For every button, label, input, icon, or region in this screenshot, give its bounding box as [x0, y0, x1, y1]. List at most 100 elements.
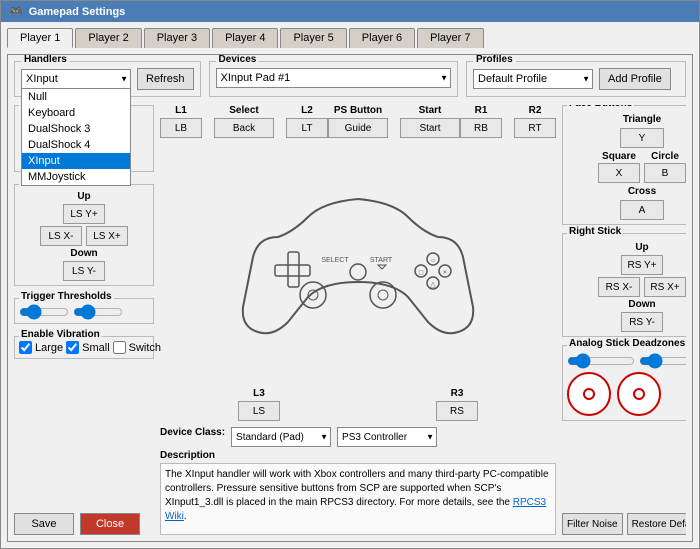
start-section: Start Start: [400, 105, 460, 138]
controller-select-wrapper: PS3 Controller ▼: [337, 427, 437, 447]
desc-label: Description: [160, 450, 556, 461]
vib-small-checkbox[interactable]: [66, 341, 79, 354]
tab-player1[interactable]: Player 1: [7, 28, 73, 48]
deadzone-sliders: [567, 354, 686, 368]
svg-text:△: △: [430, 281, 436, 288]
ls-right-btn[interactable]: LS X+: [86, 226, 128, 246]
device-select[interactable]: XInput Pad #1: [216, 68, 451, 88]
circle-label: Circle: [651, 151, 679, 162]
rs-down-btn[interactable]: RS Y-: [621, 312, 663, 332]
tab-player7[interactable]: Player 7: [417, 28, 483, 48]
shoulder-row: L1 LB Select Back L2 LT: [160, 105, 556, 138]
ls-btn[interactable]: LS: [238, 401, 280, 421]
rs-right-btn[interactable]: RS X+: [644, 277, 686, 297]
rs-up-label: Up: [635, 242, 648, 253]
main-area: Handlers XInput ▼ Refresh Null Key: [7, 54, 693, 542]
handler-option-xinput[interactable]: XInput: [22, 153, 130, 169]
guide-btn[interactable]: Guide: [328, 118, 388, 138]
left-shoulder-group: L1 LB Select Back L2 LT: [160, 105, 328, 138]
l1-label: L1: [175, 105, 187, 116]
vibration-label: Enable Vibration: [19, 329, 102, 340]
rs-down-label-text: Down: [628, 299, 655, 310]
ls-up-btn[interactable]: LS Y+: [63, 204, 105, 224]
stick-buttons-row: L3 LS R3 RS: [160, 388, 556, 421]
profiles-section: Profiles Default Profile ▼ Add Profile: [466, 61, 686, 97]
rs-btn[interactable]: RS: [436, 401, 478, 421]
right-trigger-slider[interactable]: [73, 305, 123, 319]
save-close-row: Save Close: [14, 505, 154, 535]
ls-down-btn[interactable]: LS Y-: [63, 261, 105, 281]
window-content: Player 1 Player 2 Player 3 Player 4 Play…: [1, 22, 699, 548]
l3-section: L3 LS: [238, 388, 280, 421]
left-deadzone-slider[interactable]: [567, 354, 635, 368]
rt-btn[interactable]: RT: [514, 118, 556, 138]
profile-select[interactable]: Default Profile: [473, 69, 593, 89]
triangle-label: Triangle: [623, 114, 661, 125]
add-profile-button[interactable]: Add Profile: [599, 68, 671, 90]
rs-left-btn[interactable]: RS X-: [598, 277, 640, 297]
device-class-area: Device Class: Standard (Pad) ▼ PS3: [160, 427, 556, 535]
ls-down-label-text: Down: [70, 248, 97, 259]
tab-player3[interactable]: Player 3: [144, 28, 210, 48]
svg-text:SELECT: SELECT: [321, 257, 349, 264]
right-deadzone-slider[interactable]: [639, 354, 686, 368]
handler-select[interactable]: XInput: [21, 69, 131, 89]
r1-section: R1 RB: [460, 105, 502, 138]
vib-switch-checkbox[interactable]: [113, 341, 126, 354]
rs-up-btn[interactable]: RS Y+: [621, 255, 663, 275]
desc-text: The XInput handler will work with Xbox c…: [165, 469, 549, 508]
back-btn[interactable]: Back: [214, 118, 274, 138]
square-btn[interactable]: X: [598, 163, 640, 183]
vibration-section: Enable Vibration Large Small Switch: [14, 336, 154, 359]
top-row: Handlers XInput ▼ Refresh Null Key: [14, 61, 686, 97]
filter-noise-button[interactable]: Filter Noise: [562, 513, 623, 535]
rb-btn[interactable]: RB: [460, 118, 502, 138]
lb-btn[interactable]: LB: [160, 118, 202, 138]
right-panel: Face Buttons Triangle Y Square X Circle: [562, 105, 686, 535]
handlers-label: Handlers: [21, 54, 70, 65]
close-button[interactable]: Close: [80, 513, 140, 535]
tab-player6[interactable]: Player 6: [349, 28, 415, 48]
controller-svg: ○ □ × △ SELECT START: [238, 187, 478, 342]
triangle-btn[interactable]: Y: [620, 128, 664, 148]
save-button[interactable]: Save: [14, 513, 74, 535]
handler-option-ds4[interactable]: DualShock 4: [22, 137, 130, 153]
r3-label: R3: [451, 388, 464, 399]
tab-player5[interactable]: Player 5: [280, 28, 346, 48]
svg-text:×: ×: [443, 269, 447, 276]
svg-text:○: ○: [431, 257, 435, 264]
description-box: The XInput handler will work with Xbox c…: [160, 463, 556, 535]
left-trigger-slider[interactable]: [19, 305, 69, 319]
right-shoulder-group: R1 RB R2 RT: [460, 105, 556, 138]
right-deadzone-circle: [617, 372, 661, 416]
desc-text2: .: [184, 511, 187, 522]
cross-btn[interactable]: A: [620, 200, 664, 220]
vib-large-checkbox[interactable]: [19, 341, 32, 354]
vibration-checkboxes: Large Small Switch: [19, 341, 149, 354]
select-section: Select Back: [214, 105, 274, 138]
handler-option-mmjoystick[interactable]: MMJoystick: [22, 169, 130, 185]
device-class-label: Device Class:: [160, 427, 225, 447]
restore-defaults-button[interactable]: Restore Defaults: [627, 513, 686, 535]
start-btn[interactable]: Start: [400, 118, 460, 138]
tab-player2[interactable]: Player 2: [75, 28, 141, 48]
deadzones-label: Analog Stick Deadzones: [567, 338, 686, 349]
controller-select[interactable]: PS3 Controller: [337, 427, 437, 447]
right-stick-section: Right Stick Up RS Y+ RS X- RS X+ Down RS…: [562, 233, 686, 337]
class-select[interactable]: Standard (Pad): [231, 427, 331, 447]
r2-section: R2 RT: [514, 105, 556, 138]
tab-player4[interactable]: Player 4: [212, 28, 278, 48]
square-label: Square: [602, 151, 636, 162]
lt-btn[interactable]: LT: [286, 118, 328, 138]
handler-option-null[interactable]: Null: [22, 89, 130, 105]
handler-option-keyboard[interactable]: Keyboard: [22, 105, 130, 121]
circle-btn[interactable]: B: [644, 163, 686, 183]
vib-small-label: Small: [82, 342, 110, 354]
devices-controls: XInput Pad #1 ▼: [216, 68, 451, 88]
r3-section: R3 RS: [436, 388, 478, 421]
device-class-row: Device Class: Standard (Pad) ▼ PS3: [160, 427, 556, 447]
ls-left-btn[interactable]: LS X-: [40, 226, 82, 246]
select-label: Select: [229, 105, 258, 116]
refresh-button[interactable]: Refresh: [137, 68, 194, 90]
handler-option-ds3[interactable]: DualShock 3: [22, 121, 130, 137]
